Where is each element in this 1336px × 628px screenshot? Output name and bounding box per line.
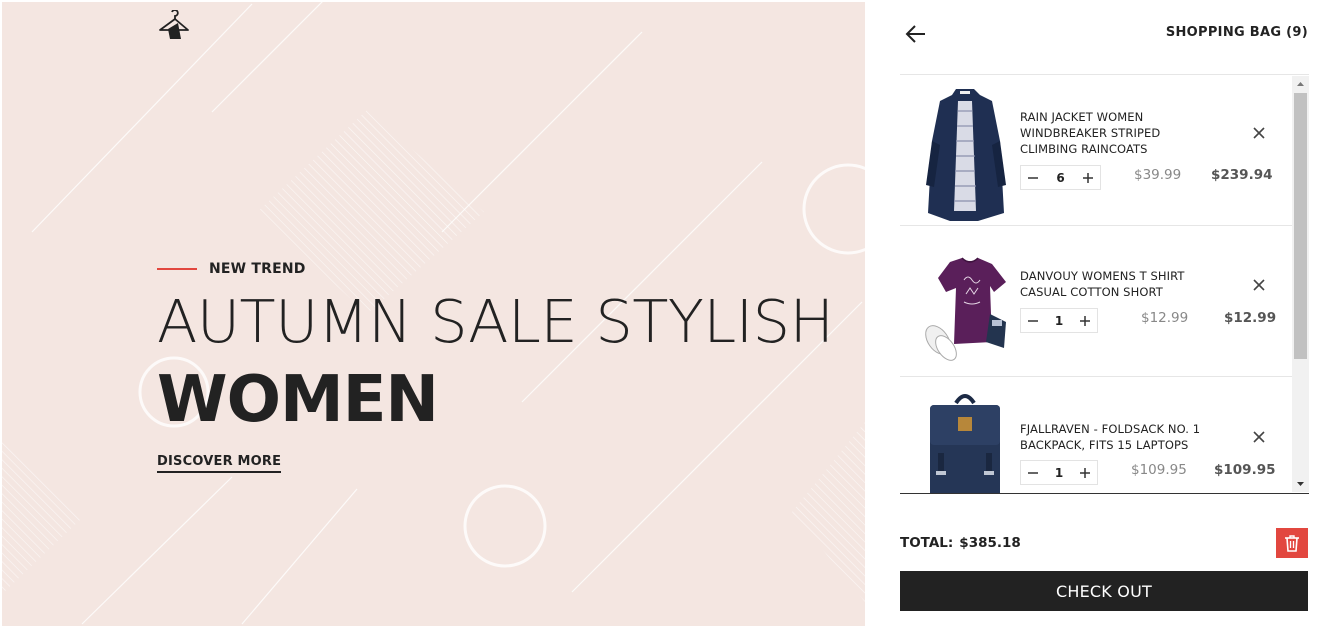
unit-price: $12.99 bbox=[1141, 310, 1189, 326]
rain-jacket-image bbox=[926, 89, 1006, 221]
quantity-value[interactable]: 1 bbox=[1049, 466, 1069, 480]
minus-icon[interactable] bbox=[1027, 172, 1039, 184]
item-subtotal: $12.99 bbox=[1224, 310, 1277, 326]
close-icon[interactable] bbox=[1252, 278, 1266, 292]
hero-headline-bold: WOMEN bbox=[157, 363, 439, 437]
plus-icon[interactable] bbox=[1079, 315, 1091, 327]
eyebrow-text: NEW TREND bbox=[209, 261, 306, 277]
tshirt-image bbox=[925, 257, 1006, 361]
close-icon[interactable] bbox=[1252, 430, 1266, 444]
quantity-stepper: 6 bbox=[1020, 165, 1101, 190]
item-name: FJALLRAVEN - FOLDSACK NO. 1 BACKPACK, FI… bbox=[1020, 422, 1201, 452]
hanger-logo-icon[interactable] bbox=[157, 10, 191, 42]
item-name: RAIN JACKET WOMEN WINDBREAKER STRIPED CL… bbox=[1020, 110, 1161, 156]
quantity-value[interactable]: 6 bbox=[1051, 171, 1071, 185]
item-subtotal: $239.94 bbox=[1211, 167, 1273, 183]
cart-item: FJALLRAVEN - FOLDSACK NO. 1 BACKPACK, FI… bbox=[900, 377, 1292, 493]
cart-items-list[interactable]: RAIN JACKET WOMEN WINDBREAKER STRIPED CL… bbox=[900, 74, 1309, 494]
total-label: TOTAL: bbox=[900, 535, 954, 551]
quantity-stepper: 1 bbox=[1020, 460, 1098, 485]
total-value: $385.18 bbox=[959, 535, 1021, 551]
cart-item: DANVOUY WOMENS T SHIRT CASUAL COTTON SHO… bbox=[900, 226, 1292, 377]
item-name: DANVOUY WOMENS T SHIRT CASUAL COTTON SHO… bbox=[1020, 269, 1185, 299]
hero-banner: NEW TREND AUTUMN SALE STYLISH WOMEN DISC… bbox=[2, 2, 865, 626]
bag-title: SHOPPING BAG (9) bbox=[1165, 25, 1308, 40]
arrow-left-icon[interactable] bbox=[905, 24, 927, 44]
cart-scrollbar[interactable] bbox=[1292, 76, 1309, 492]
backpack-image bbox=[930, 394, 1000, 493]
plus-icon[interactable] bbox=[1079, 467, 1091, 479]
unit-price: $39.99 bbox=[1134, 167, 1182, 183]
minus-icon[interactable] bbox=[1027, 315, 1039, 327]
close-icon[interactable] bbox=[1252, 126, 1266, 140]
unit-price: $109.95 bbox=[1131, 462, 1187, 478]
scroll-down-icon[interactable] bbox=[1292, 475, 1309, 492]
checkout-button[interactable]: CHECK OUT bbox=[900, 571, 1308, 611]
cart-total: TOTAL: $385.18 bbox=[900, 535, 1021, 551]
plus-icon[interactable] bbox=[1082, 172, 1094, 184]
hero-headline: AUTUMN SALE STYLISH bbox=[157, 287, 834, 356]
scrollbar-thumb[interactable] bbox=[1294, 93, 1307, 359]
item-subtotal: $109.95 bbox=[1214, 462, 1276, 478]
scroll-up-icon[interactable] bbox=[1292, 76, 1309, 93]
clear-cart-button[interactable] bbox=[1276, 528, 1308, 558]
trash-icon bbox=[1285, 535, 1299, 552]
accent-line bbox=[157, 268, 197, 270]
quantity-stepper: 1 bbox=[1020, 308, 1098, 333]
shopping-bag-panel: SHOPPING BAG (9) RAIN JACKET WOMEN WINDB… bbox=[865, 0, 1336, 628]
eyebrow: NEW TREND bbox=[157, 261, 306, 277]
cart-item: RAIN JACKET WOMEN WINDBREAKER STRIPED CL… bbox=[900, 75, 1292, 226]
minus-icon[interactable] bbox=[1027, 467, 1039, 479]
quantity-value[interactable]: 1 bbox=[1049, 314, 1069, 328]
discover-more-link[interactable]: DISCOVER MORE bbox=[157, 454, 282, 473]
